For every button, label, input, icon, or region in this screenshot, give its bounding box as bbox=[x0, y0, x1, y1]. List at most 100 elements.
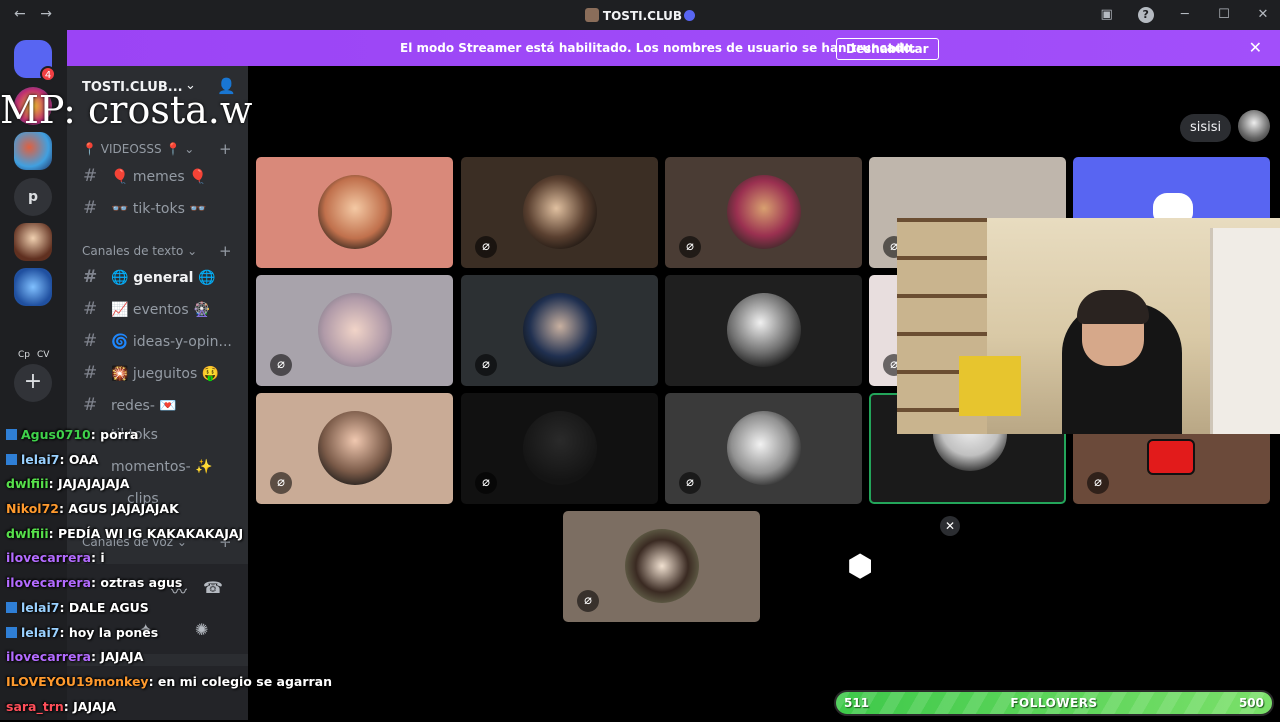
participant-tile[interactable]: ⌀ bbox=[461, 157, 658, 268]
category-label: Canales de texto bbox=[82, 244, 184, 258]
participant-tile[interactable]: ⌀ bbox=[461, 393, 658, 504]
chat-username: dwlfiii bbox=[6, 525, 49, 541]
channel-jueguitos[interactable]: # 🎇 jueguitos 🤑 bbox=[83, 363, 219, 383]
webcam-door bbox=[1210, 228, 1280, 434]
muted-mic-icon: ⌀ bbox=[475, 354, 497, 376]
channel-label: redes- 💌 bbox=[111, 398, 177, 414]
avatar bbox=[318, 175, 392, 249]
avatar bbox=[523, 411, 597, 485]
participant-tile[interactable] bbox=[256, 157, 453, 268]
activity-tile[interactable]: ⬢ bbox=[767, 511, 964, 622]
disable-streamer-button[interactable]: Deshabilitar bbox=[836, 38, 939, 60]
chat-message: sara_trn: JAJAJA bbox=[0, 698, 300, 722]
chat-username: lelai7 bbox=[21, 624, 60, 640]
chat-username: ilovecarrera bbox=[6, 550, 92, 566]
server-avatar-icon bbox=[584, 8, 599, 22]
muted-mic-icon: ⌀ bbox=[475, 472, 497, 494]
avatar bbox=[625, 529, 699, 603]
minimize-button[interactable]: ─ bbox=[1168, 0, 1202, 30]
avatar bbox=[318, 293, 392, 367]
channel-label: 🎈 memes 🎈 bbox=[111, 169, 207, 185]
chat-username: dwlfiii bbox=[6, 476, 49, 492]
close-window-button[interactable]: ✕ bbox=[1246, 0, 1280, 30]
chat-text: : JAJAJA bbox=[63, 698, 117, 714]
inbox-icon[interactable]: ▣ bbox=[1090, 0, 1124, 30]
channel-label: 🌐 general 🌐 bbox=[111, 270, 216, 286]
chat-text: : PEDÍA WI IG KAKAKAKAJAJ bbox=[48, 525, 244, 541]
followers-label: FOLLOWERS bbox=[1010, 696, 1098, 710]
add-channel-icon[interactable]: + bbox=[219, 242, 232, 260]
channel-redes[interactable]: # redes- 💌 bbox=[83, 395, 177, 415]
window-title-text: TOSTI.CLUB bbox=[602, 9, 683, 23]
chat-text: : hoy la pones bbox=[59, 624, 159, 640]
chat-text: : porra bbox=[90, 427, 139, 442]
verified-icon bbox=[684, 10, 696, 21]
participant-tile[interactable]: ⌀ bbox=[563, 511, 760, 622]
hash-icon: # bbox=[83, 166, 98, 186]
channel-ideas[interactable]: # 🌀 ideas-y-opin... bbox=[83, 331, 232, 351]
subscriber-badge-icon bbox=[6, 626, 17, 638]
channel-label: 🌀 ideas-y-opin... bbox=[111, 334, 232, 350]
webcam-hair bbox=[1077, 290, 1149, 324]
chat-username: lelai7 bbox=[21, 599, 60, 615]
close-tile-icon[interactable]: ✕ bbox=[940, 516, 960, 536]
server-icon-2[interactable] bbox=[14, 132, 52, 170]
chat-text: : DALE AGUS bbox=[59, 599, 149, 615]
user-pill[interactable]: sisisi bbox=[1180, 114, 1232, 142]
hash-icon: # bbox=[83, 331, 98, 351]
window-controls: ▣ ? ─ ☐ ✕ bbox=[1090, 0, 1280, 30]
category-videos[interactable]: 📍 VIDEOSSS 📍 ⌄ + bbox=[82, 140, 232, 158]
avatar bbox=[523, 175, 597, 249]
followers-goal-bar: 511 FOLLOWERS 500 bbox=[834, 690, 1274, 716]
chat-username: lelai7 bbox=[21, 451, 60, 467]
followers-goal: 500 bbox=[1238, 696, 1264, 710]
server-icon-5[interactable] bbox=[14, 268, 52, 306]
server-label-cv[interactable]: CV bbox=[37, 350, 49, 360]
channel-eventos[interactable]: # 📈 eventos 🎡 bbox=[83, 299, 211, 319]
avatar bbox=[727, 175, 801, 249]
chat-message: ilovecarrera: JAJAJA bbox=[0, 648, 300, 673]
help-icon: ? bbox=[1137, 7, 1154, 23]
window-title: TOSTI.CLUB bbox=[0, 8, 1280, 23]
category-text[interactable]: Canales de texto ⌄ + bbox=[82, 242, 232, 260]
muted-mic-icon: ⌀ bbox=[270, 354, 292, 376]
close-icon[interactable]: ✕ bbox=[1249, 38, 1262, 57]
add-channel-icon[interactable]: + bbox=[219, 140, 232, 158]
participant-tile[interactable]: ⌀ bbox=[461, 275, 658, 386]
add-server-button[interactable]: + bbox=[14, 364, 52, 402]
streamer-mode-banner: El modo Streamer está habilitado. Los no… bbox=[67, 30, 1280, 66]
chat-message: lelai7: DALE AGUS bbox=[0, 599, 300, 624]
muted-mic-icon: ⌀ bbox=[1087, 472, 1109, 494]
window-titlebar: ← → TOSTI.CLUB ▣ ? ─ ☐ ✕ bbox=[0, 0, 1280, 30]
chat-message: Nikol72: AGUS JAJAJAJAK bbox=[0, 500, 300, 525]
activity-shapes-icon: ⬢ bbox=[847, 549, 874, 584]
server-icon-4[interactable] bbox=[14, 223, 52, 261]
chat-message: Agus0710: porra bbox=[0, 426, 300, 451]
avatar[interactable] bbox=[1238, 110, 1270, 142]
server-label-cp[interactable]: Cp bbox=[18, 350, 30, 360]
server-icon-p[interactable]: p bbox=[14, 178, 52, 216]
participant-tile[interactable]: ⌀ bbox=[665, 393, 862, 504]
participant-tile[interactable] bbox=[665, 275, 862, 386]
participant-tile[interactable]: ⌀ bbox=[665, 157, 862, 268]
help-button[interactable]: ? bbox=[1129, 0, 1163, 30]
chat-message: dwlfiii: JAJAJAJAJA bbox=[0, 475, 300, 500]
hash-icon: # bbox=[83, 299, 98, 319]
channel-label: 🎇 jueguitos 🤑 bbox=[111, 366, 220, 382]
avatar bbox=[318, 411, 392, 485]
channel-label: 📈 eventos 🎡 bbox=[111, 302, 211, 318]
avatar bbox=[523, 293, 597, 367]
muted-mic-icon: ⌀ bbox=[679, 236, 701, 258]
chat-message: dwlfiii: PEDÍA WI IG KAKAKAKAJAJ bbox=[0, 525, 300, 550]
channel-memes[interactable]: # 🎈 memes 🎈 bbox=[83, 166, 207, 186]
chat-message: ILOVEYOU19monkey: en mi colegio se agarr… bbox=[0, 673, 332, 698]
webcam-overlay bbox=[897, 218, 1280, 434]
chat-message: ilovecarrera: i bbox=[0, 549, 300, 574]
channel-tik-toks[interactable]: # 👓 tik-toks 👓 bbox=[83, 198, 207, 218]
participant-tile[interactable]: ⌀ bbox=[256, 275, 453, 386]
channel-general[interactable]: # 🌐 general 🌐 bbox=[83, 267, 216, 287]
home-discord-icon[interactable]: 4 bbox=[14, 40, 56, 82]
maximize-button[interactable]: ☐ bbox=[1207, 0, 1241, 30]
domo-avatar-icon bbox=[1147, 439, 1195, 475]
notification-badge: 4 bbox=[40, 66, 56, 82]
